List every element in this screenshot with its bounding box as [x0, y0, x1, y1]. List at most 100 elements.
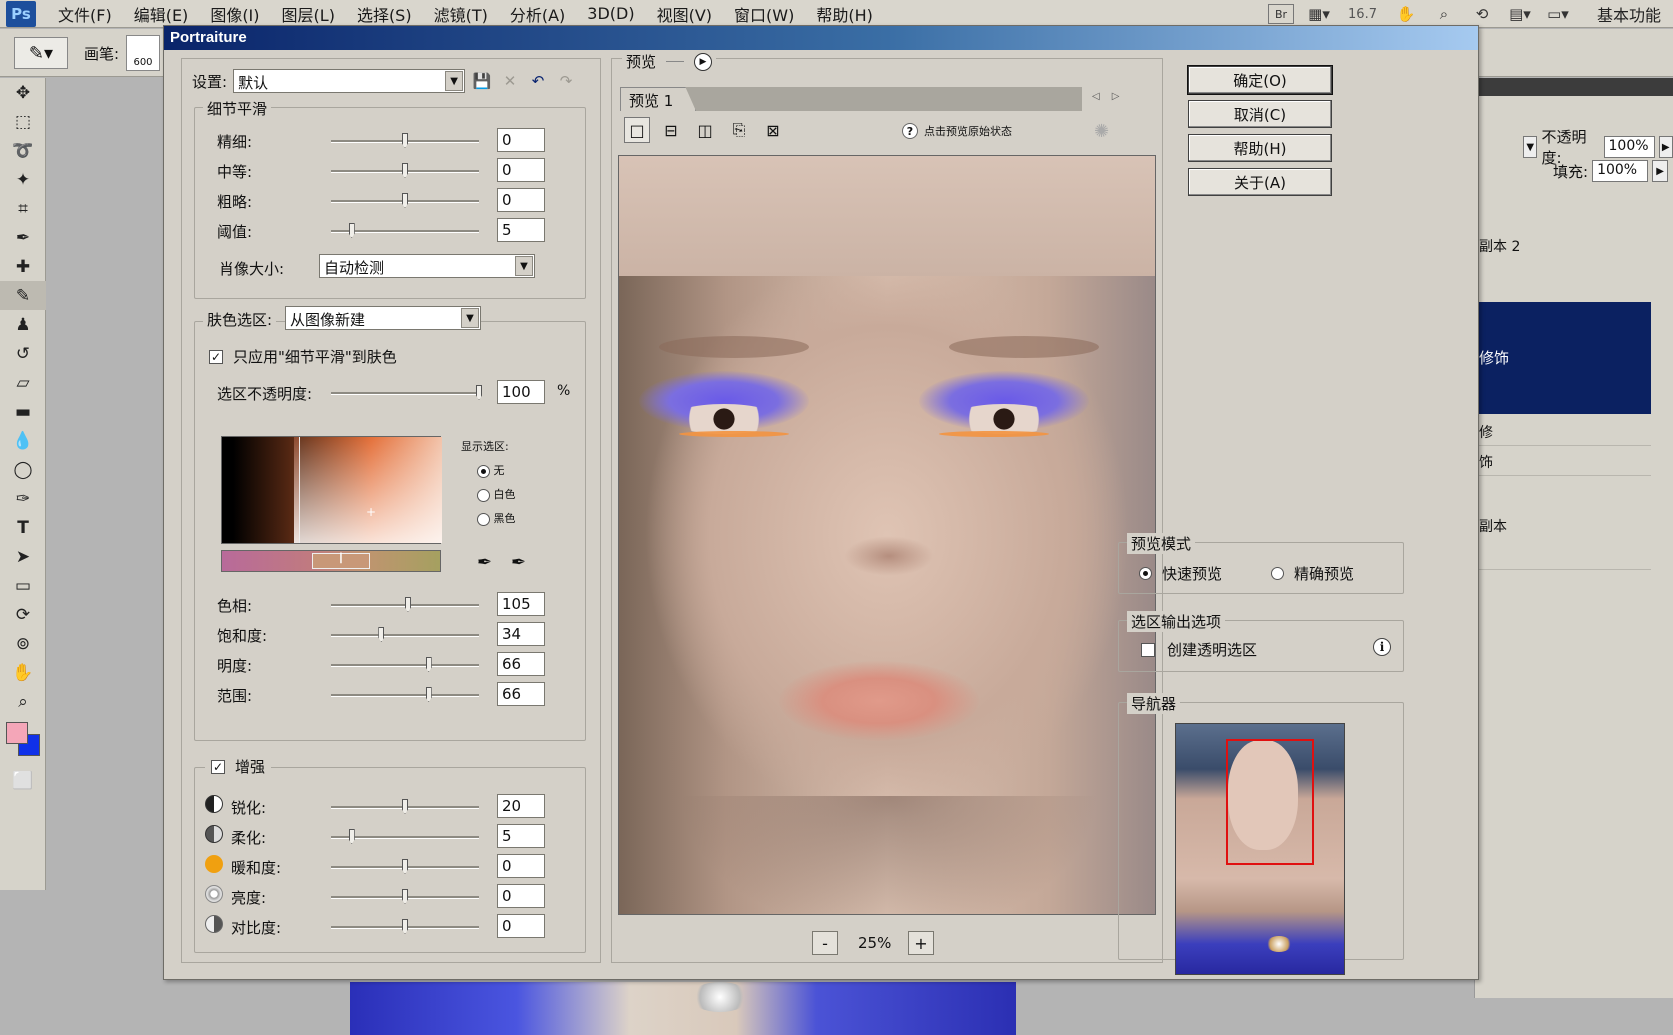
value-input[interactable]: 34 [497, 622, 545, 646]
blur-tool-icon[interactable]: 💧 [0, 426, 46, 455]
value-input[interactable]: 66 [497, 652, 545, 676]
show-mask-black[interactable]: 黑色 [477, 510, 516, 526]
clone-stamp-tool-icon[interactable]: ♟ [0, 310, 46, 339]
zoom-level[interactable]: 16.7 [1348, 7, 1377, 22]
undo-icon[interactable]: ↶ [527, 70, 549, 92]
eyedropper-plus-icon[interactable]: ✒ [511, 552, 526, 573]
value-input[interactable]: 0 [497, 128, 545, 152]
navigator-viewport-rect[interactable] [1226, 739, 1314, 865]
value-input[interactable]: 100 [497, 380, 545, 404]
menu-window[interactable]: 窗口(W) [734, 2, 794, 26]
screen-mode-icon[interactable]: ▭▾ [1545, 4, 1571, 24]
preview-toggle-icon[interactable]: ▶ [694, 52, 713, 71]
skin-color-selection[interactable] [299, 437, 442, 543]
slider-track[interactable] [331, 829, 479, 844]
layer-row[interactable]: 饰 [1475, 446, 1651, 476]
slider-thumb[interactable] [402, 859, 408, 874]
apply-to-skin-checkbox[interactable]: ✓ [209, 349, 223, 364]
slider-thumb[interactable] [476, 385, 482, 400]
skin-color-field[interactable]: + [221, 436, 442, 544]
radio-none[interactable] [477, 464, 490, 478]
value-input[interactable]: 0 [497, 914, 545, 938]
slider-thumb[interactable] [348, 829, 355, 844]
slider-thumb[interactable] [402, 799, 408, 814]
transparent-mask-option[interactable]: 创建透明选区 [1141, 639, 1257, 660]
slider-track[interactable] [331, 687, 479, 702]
layer-row[interactable]: 副本 2 [1475, 230, 1651, 290]
slider-track[interactable] [331, 193, 479, 208]
3d-orbit-tool-icon[interactable]: ⊚ [0, 629, 46, 658]
value-input[interactable]: 66 [497, 682, 545, 706]
gradient-tool-icon[interactable]: ▬ [0, 397, 46, 426]
shape-tool-icon[interactable]: ▭ [0, 571, 46, 600]
menu-edit[interactable]: 编辑(E) [134, 2, 189, 26]
slider-thumb[interactable] [402, 193, 408, 208]
value-input[interactable]: 20 [497, 794, 545, 818]
arrange-documents-icon[interactable]: ▤▾ [1507, 4, 1533, 24]
brush-tool-icon[interactable]: ✎ [0, 281, 46, 310]
slider-track[interactable] [331, 223, 479, 238]
eraser-tool-icon[interactable]: ▱ [0, 368, 46, 397]
tab-scroll-arrows[interactable]: ◁▷ [1092, 91, 1131, 102]
save-settings-icon[interactable]: 💾 [471, 70, 493, 92]
cancel-button[interactable]: 取消(C) [1188, 100, 1332, 128]
precise-preview-radio[interactable] [1271, 567, 1284, 580]
eyedropper-tool-icon[interactable]: ✒ [0, 223, 46, 252]
rotate-view-icon[interactable]: ⟲ [1469, 4, 1495, 24]
view-extras-icon[interactable]: ▦▾ [1306, 4, 1332, 24]
eyedropper-icon[interactable]: ✒ [477, 552, 492, 573]
foreground-color-swatch[interactable] [6, 722, 28, 744]
new-preview-icon[interactable]: ⎘ [726, 117, 752, 143]
bridge-icon[interactable]: Br [1268, 4, 1295, 24]
navigator-thumbnail[interactable] [1175, 723, 1345, 975]
split-horizontal-icon[interactable]: ⊟ [658, 117, 684, 143]
value-input[interactable]: 105 [497, 592, 545, 616]
slider-track[interactable] [331, 859, 479, 874]
slider-thumb[interactable] [425, 657, 432, 672]
slider-thumb[interactable] [402, 919, 408, 934]
skin-mask-dropdown[interactable]: 从图像新建 ▼ [285, 306, 481, 330]
settings-dropdown[interactable]: 默认 ▼ [233, 69, 466, 93]
info-icon[interactable]: i [1373, 638, 1391, 656]
menu-layer[interactable]: 图层(L) [282, 2, 335, 26]
slider-thumb[interactable] [402, 889, 408, 904]
type-tool-icon[interactable]: T [0, 513, 46, 542]
slider-track[interactable] [331, 385, 482, 400]
value-input[interactable]: 0 [497, 158, 545, 182]
fast-preview-radio[interactable] [1139, 567, 1152, 580]
crop-tool-icon[interactable]: ⌗ [0, 194, 46, 223]
menu-help[interactable]: 帮助(H) [816, 2, 873, 26]
single-view-icon[interactable]: □ [624, 117, 650, 143]
radio-white[interactable] [477, 488, 490, 502]
menu-image[interactable]: 图像(I) [210, 2, 259, 26]
move-tool-icon[interactable]: ✥ [0, 78, 46, 107]
slider-track[interactable] [331, 657, 479, 672]
fill-input[interactable]: 100% [1592, 160, 1649, 182]
precise-preview-option[interactable]: 精确预览 [1271, 563, 1354, 584]
enhancements-checkbox[interactable]: ✓ [211, 759, 225, 774]
fast-preview-option[interactable]: 快速预览 [1139, 563, 1222, 584]
menu-filter[interactable]: 滤镜(T) [434, 2, 488, 26]
slider-thumb[interactable] [402, 163, 408, 178]
3d-rotate-tool-icon[interactable]: ⟳ [0, 600, 46, 629]
slider-track[interactable] [331, 889, 479, 904]
tool-preset-picker[interactable]: ✎ ▾ [14, 37, 68, 69]
help-button[interactable]: 帮助(H) [1188, 134, 1332, 162]
magic-wand-tool-icon[interactable]: ✦ [0, 165, 46, 194]
zoom-out-button[interactable]: - [812, 931, 838, 955]
value-input[interactable]: 0 [497, 188, 545, 212]
slider-track[interactable] [331, 627, 479, 642]
tab-preview-1[interactable]: 预览 1 [620, 87, 696, 111]
slider-thumb[interactable] [402, 133, 408, 148]
hue-range-selector[interactable]: ┃ [312, 553, 370, 569]
menu-view[interactable]: 视图(V) [657, 2, 712, 26]
preview-image[interactable] [618, 155, 1156, 915]
about-button[interactable]: 关于(A) [1188, 168, 1332, 196]
slider-track[interactable] [331, 799, 479, 814]
close-preview-icon[interactable]: ⊠ [760, 117, 786, 143]
show-mask-white[interactable]: 白色 [477, 486, 516, 502]
show-mask-none[interactable]: 无 [477, 462, 505, 478]
value-input[interactable]: 5 [497, 824, 545, 848]
hand-icon[interactable]: ✋ [1393, 4, 1419, 24]
brush-preset-picker[interactable]: 600 [126, 35, 160, 71]
